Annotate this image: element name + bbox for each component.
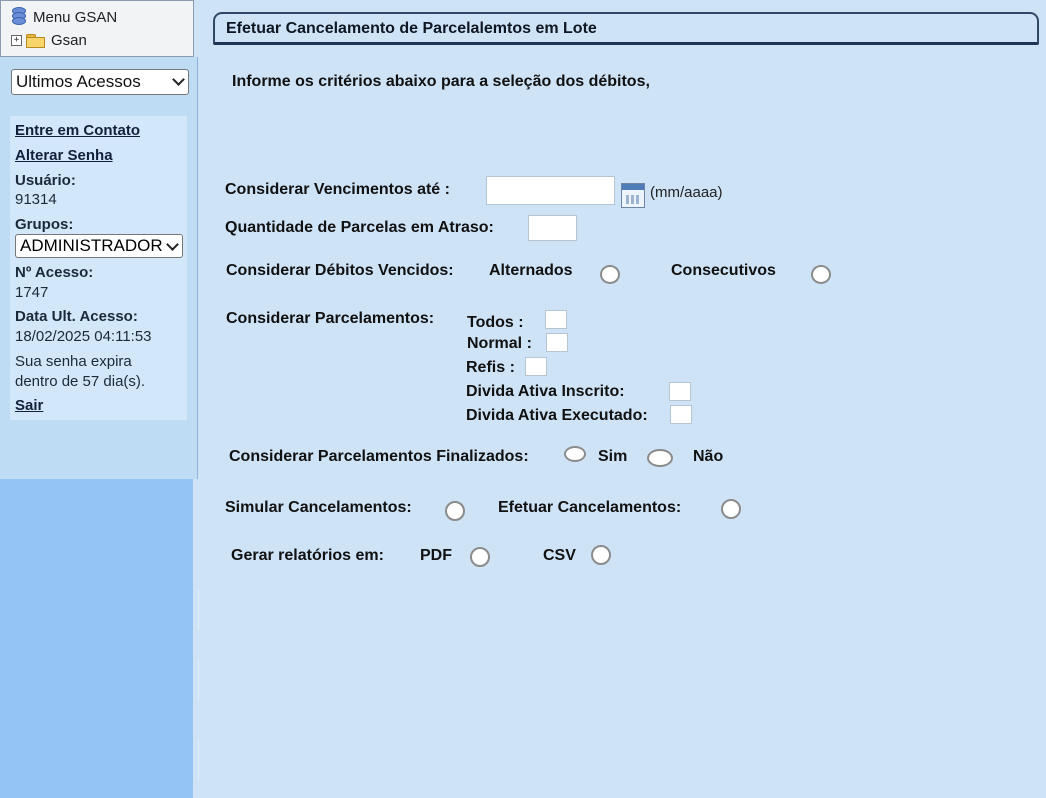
active-debt-executed-label: Divida Ativa Executado:: [466, 407, 648, 424]
active-debt-executed-checkbox[interactable]: [670, 405, 692, 424]
chevron-down-icon: [166, 238, 179, 251]
normal-label: Normal :: [467, 335, 532, 352]
finished-yes-radio[interactable]: [564, 446, 586, 462]
report-format-label: Gerar relatórios em:: [231, 547, 384, 564]
execute-radio[interactable]: [721, 499, 741, 519]
active-debt-registered-checkbox[interactable]: [669, 382, 691, 401]
recent-access-value: Ultimos Acessos: [16, 72, 141, 91]
recent-access-select[interactable]: Ultimos Acessos: [11, 69, 189, 95]
consecutive-label: Consecutivos: [671, 262, 776, 279]
divider: [198, 740, 199, 780]
access-count-label: Nº Acesso:: [15, 264, 94, 281]
access-count-value: 1747: [15, 284, 49, 301]
page-title-bar: Efetuar Cancelamento de Parcelalemtos em…: [213, 12, 1039, 45]
menu-folder-item[interactable]: + Gsan: [11, 32, 87, 49]
folder-icon: [26, 34, 45, 48]
finished-no-label: Não: [693, 448, 724, 465]
divider: [198, 660, 199, 700]
csv-label: CSV: [543, 547, 576, 564]
logout-link[interactable]: Sair: [15, 397, 43, 414]
due-date-input[interactable]: [486, 176, 615, 205]
menu-folder-label: Gsan: [51, 32, 87, 49]
due-date-label: Considerar Vencimentos até :: [225, 181, 450, 198]
finished-installments-label: Considerar Parcelamentos Finalizados:: [229, 448, 529, 465]
csv-radio[interactable]: [591, 545, 611, 565]
password-expiry-line2: dentro de 57 dia(s).: [15, 373, 146, 390]
overdue-qty-input[interactable]: [528, 215, 577, 241]
pdf-radio[interactable]: [470, 547, 490, 567]
last-access-label: Data Ult. Acesso:: [15, 308, 138, 325]
active-debt-registered-label: Divida Ativa Inscrito:: [466, 383, 625, 400]
page-title: Efetuar Cancelamento de Parcelalemtos em…: [226, 20, 597, 37]
expand-icon[interactable]: +: [11, 35, 22, 46]
chevron-down-icon: [172, 73, 185, 86]
date-format-hint: (mm/aaaa): [650, 184, 723, 201]
user-value: 91314: [15, 191, 57, 208]
execute-label: Efetuar Cancelamentos:: [498, 499, 682, 516]
intro-text: Informe os critérios abaixo para a seleç…: [232, 73, 650, 90]
alternated-label: Alternados: [489, 262, 573, 279]
refis-label: Refis :: [466, 359, 515, 376]
divider: [198, 590, 199, 630]
all-label: Todos :: [467, 314, 524, 331]
overdue-debts-label: Considerar Débitos Vencidos:: [226, 262, 454, 279]
installments-label: Considerar Parcelamentos:: [226, 310, 435, 327]
overdue-qty-label: Quantidade de Parcelas em Atraso:: [225, 219, 494, 236]
database-icon: [11, 7, 26, 27]
user-label: Usuário:: [15, 172, 76, 189]
simulate-radio[interactable]: [445, 501, 465, 521]
user-info-box: Entre em Contato Alterar Senha Usuário: …: [10, 116, 187, 420]
groups-value: ADMINISTRADOR: [20, 236, 163, 255]
consecutive-radio[interactable]: [811, 265, 831, 284]
last-access-value: 18/02/2025 04:11:53: [15, 328, 152, 345]
pdf-label: PDF: [420, 547, 452, 564]
left-panel-lower: [0, 479, 193, 798]
groups-select[interactable]: ADMINISTRADOR: [15, 234, 183, 258]
password-expiry-line1: Sua senha expira: [15, 353, 132, 370]
menu-root-item[interactable]: Menu GSAN: [11, 7, 117, 27]
simulate-label: Simular Cancelamentos:: [225, 499, 412, 516]
normal-checkbox[interactable]: [546, 333, 568, 352]
calendar-icon[interactable]: [621, 183, 645, 208]
contact-link[interactable]: Entre em Contato: [15, 122, 140, 139]
groups-label: Grupos:: [15, 216, 74, 233]
finished-yes-label: Sim: [598, 448, 628, 465]
refis-checkbox[interactable]: [525, 357, 547, 376]
all-checkbox[interactable]: [545, 310, 567, 329]
menu-root-label: Menu GSAN: [33, 8, 118, 26]
menu-tree: Menu GSAN + Gsan: [0, 0, 194, 57]
alternated-radio[interactable]: [600, 265, 620, 284]
change-password-link[interactable]: Alterar Senha: [15, 147, 113, 164]
finished-no-radio[interactable]: [647, 449, 673, 467]
